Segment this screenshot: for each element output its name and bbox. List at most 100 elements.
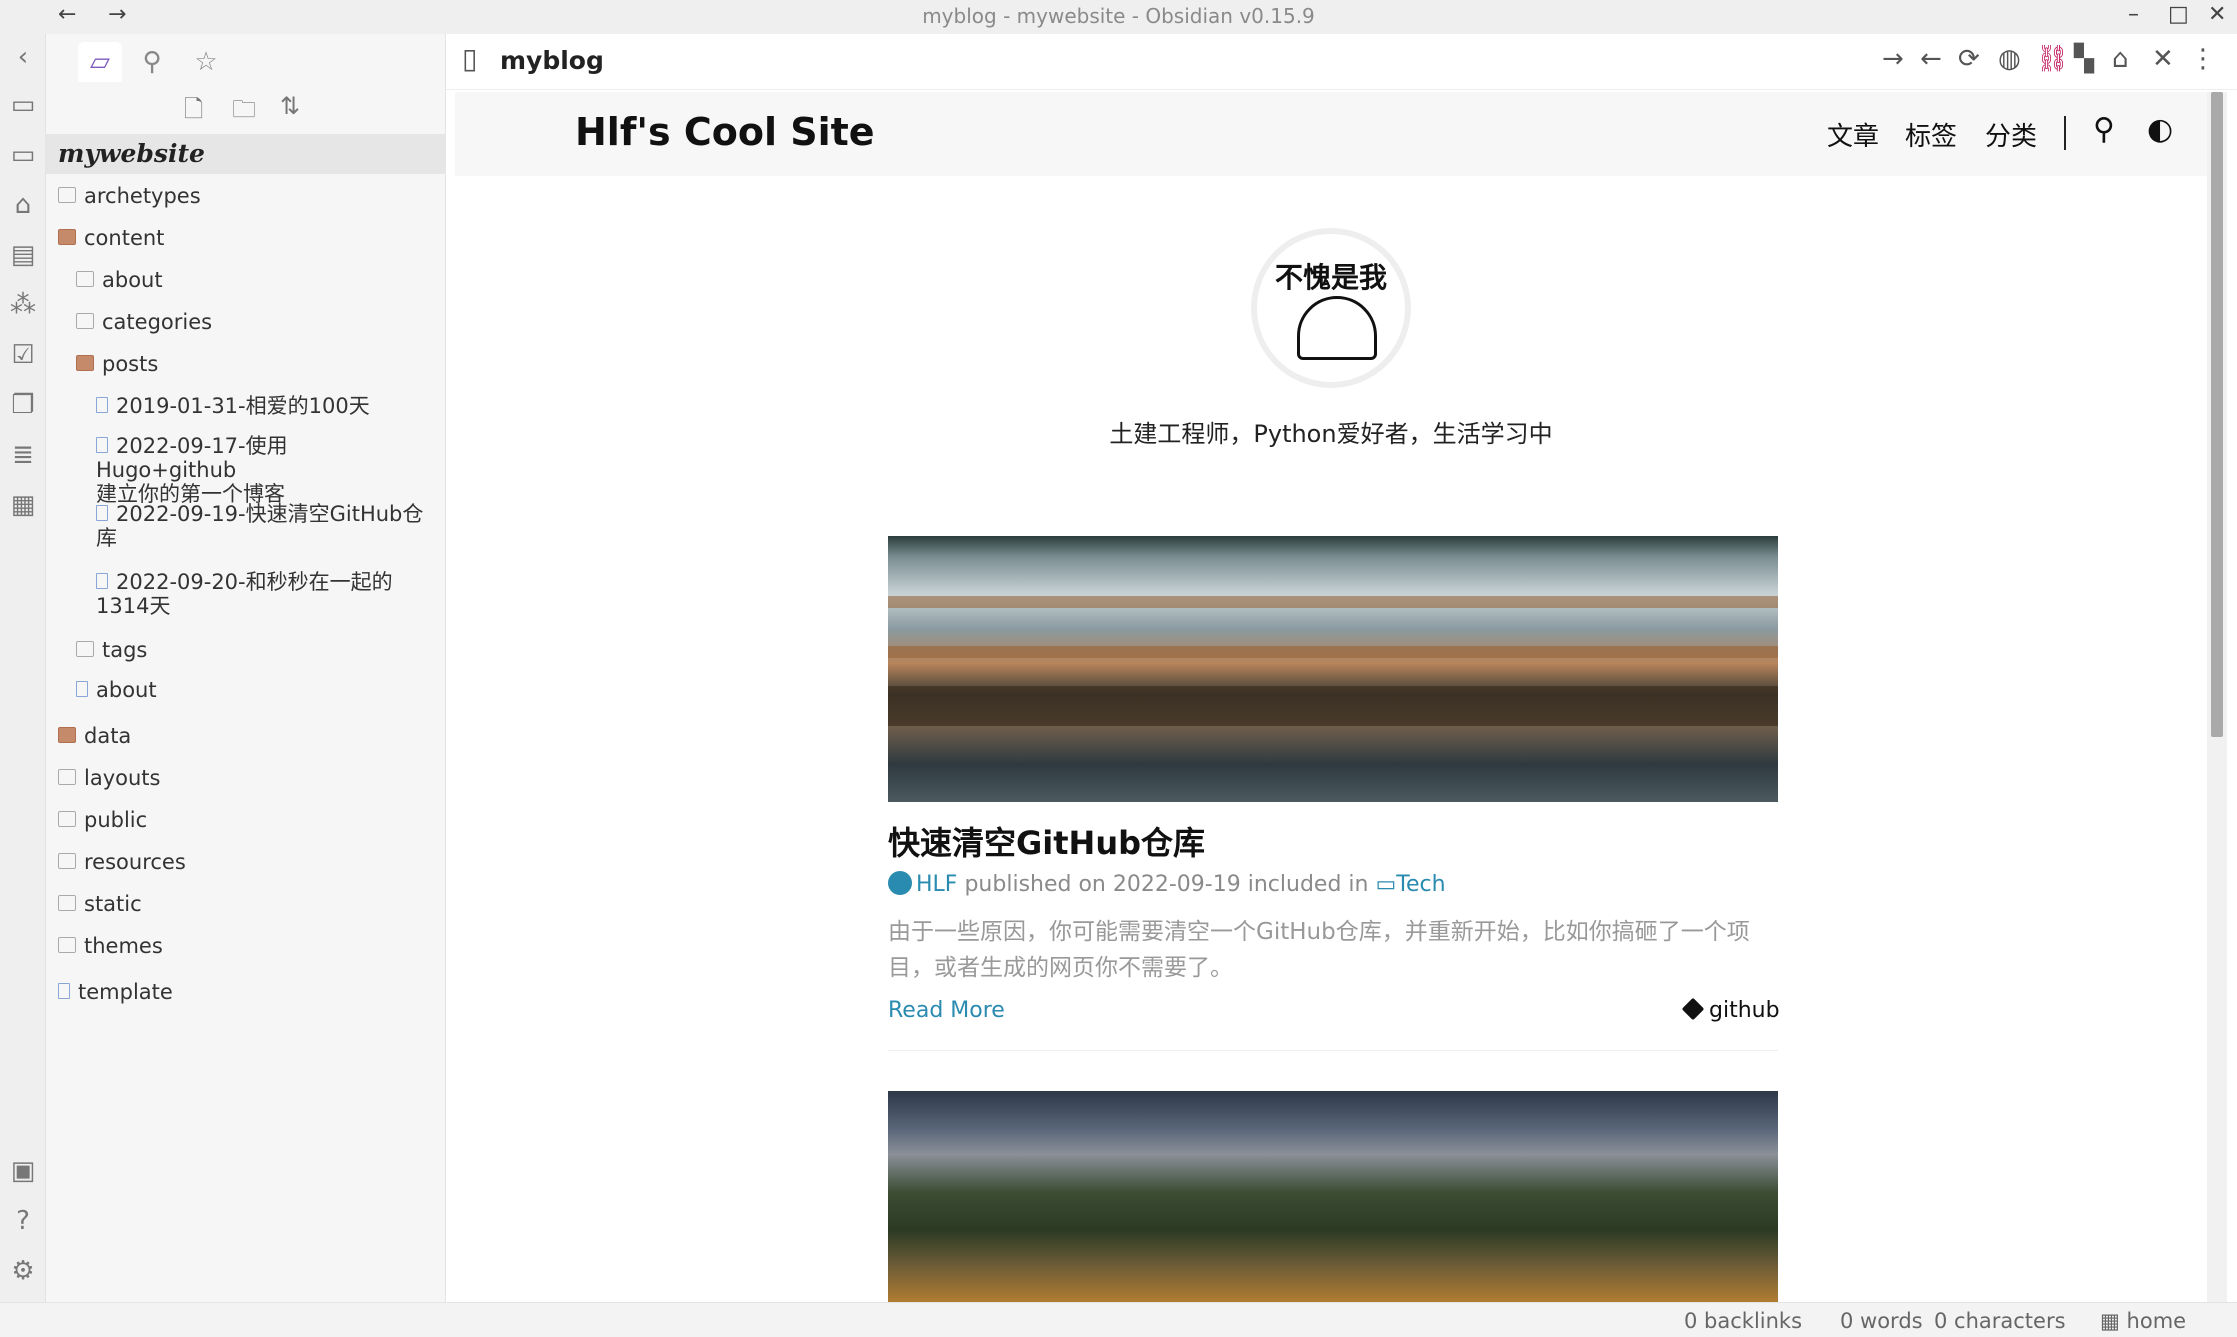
template-icon[interactable]: ▤ xyxy=(0,240,46,270)
post-tag[interactable]: github xyxy=(1681,997,1780,1023)
table-icon[interactable]: ▦ xyxy=(0,490,46,520)
reload-icon[interactable]: ⟳ xyxy=(1958,44,1980,74)
close-icon[interactable]: ✕ xyxy=(2152,44,2174,74)
graph-icon[interactable]: ⁂ xyxy=(0,290,46,320)
tree-folder-layouts[interactable]: layouts xyxy=(58,766,160,790)
file-explorer-sidebar: ▱ ⚲ ☆ 🗋 🗀 ⇅ mywebsite archetypes content… xyxy=(46,34,446,1302)
globe-icon[interactable]: ◍ xyxy=(1998,44,2021,74)
tree-folder-public[interactable]: public xyxy=(58,808,147,832)
folder-icon xyxy=(76,313,94,329)
read-more-link[interactable]: Read More xyxy=(888,998,1005,1023)
nav-link-tags[interactable]: 标签 xyxy=(1905,116,1957,153)
open-note-icon[interactable]: ▭ xyxy=(0,90,46,120)
included-label: included in xyxy=(1247,872,1369,897)
theme-toggle-icon[interactable]: ◐ xyxy=(2147,112,2173,147)
pane-title[interactable]: myblog xyxy=(500,46,604,75)
search-icon[interactable]: ⚲ xyxy=(2093,112,2115,147)
tree-file-post3[interactable]: 2022-09-19-快速清空GitHub仓库 xyxy=(96,502,426,550)
file-icon xyxy=(96,397,108,413)
site-title[interactable]: Hlf's Cool Site xyxy=(575,110,875,154)
post-title[interactable]: 快速清空GitHub仓库 xyxy=(888,818,1205,864)
tree-folder-archetypes[interactable]: archetypes xyxy=(58,184,201,208)
site-tagline: 土建工程师，Python爱好者，生活学习中 xyxy=(1109,420,1553,448)
backlinks-count[interactable]: 0 backlinks xyxy=(1684,1309,1802,1333)
tree-folder-content[interactable]: content xyxy=(58,226,164,250)
post-summary: 由于一些原因，你可能需要清空一个GitHub仓库，并重新开始，比如你搞砸了一个项… xyxy=(888,919,1750,981)
bookmark-star-icon[interactable]: ☆ xyxy=(184,42,228,82)
folder-icon xyxy=(58,187,76,203)
vault-icon[interactable]: ▣ xyxy=(0,1156,46,1186)
qr-icon[interactable]: ▚ xyxy=(2074,44,2094,74)
folder-icon xyxy=(76,641,94,657)
nav-divider xyxy=(2064,116,2066,150)
nav-link-articles[interactable]: 文章 xyxy=(1827,116,1879,153)
explorer-actions: 🗋 🗀 ⇅ xyxy=(46,92,446,132)
status-bar: 0 backlinks 0 words 0 characters ▦ home xyxy=(0,1302,2237,1337)
avatar-text: 不愧是我 xyxy=(1274,261,1387,294)
nav-link-categories[interactable]: 分类 xyxy=(1985,116,2037,153)
tree-folder-posts[interactable]: posts xyxy=(76,352,158,376)
file-icon xyxy=(76,681,88,697)
close-window-button[interactable]: ✕ xyxy=(2208,2,2226,27)
help-icon[interactable]: ? xyxy=(0,1206,46,1236)
minimize-button[interactable]: – xyxy=(2128,2,2139,27)
tag-icon xyxy=(1681,997,1705,1021)
more-icon[interactable]: ⋮ xyxy=(2190,44,2216,74)
tree-file-template[interactable]: template xyxy=(58,980,173,1004)
calendar-icon[interactable]: ☑ xyxy=(0,340,46,370)
tree-file-about[interactable]: about xyxy=(76,678,157,702)
file-explorer-tab-icon[interactable]: ▱ xyxy=(78,42,122,82)
open-note-icon[interactable]: ▭ xyxy=(0,140,46,170)
home-icon[interactable]: ⌂ xyxy=(0,190,46,220)
table-icon: ▦ xyxy=(2100,1309,2127,1333)
tree-folder-static[interactable]: static xyxy=(58,892,142,916)
home-status[interactable]: ▦ home xyxy=(2100,1309,2186,1333)
word-count: 0 words xyxy=(1840,1309,1923,1333)
character-count: 0 characters xyxy=(1934,1309,2066,1333)
tree-folder-about[interactable]: about xyxy=(76,268,163,292)
tree-folder-themes[interactable]: themes xyxy=(58,934,163,958)
folder-icon xyxy=(58,811,76,827)
cat-drawing xyxy=(1297,296,1377,360)
sort-icon[interactable]: ⇅ xyxy=(280,92,300,120)
post-meta: HLF published on 2022-09-19 included in … xyxy=(888,871,1446,897)
search-tab-icon[interactable]: ⚲ xyxy=(130,42,174,82)
file-icon xyxy=(96,437,108,453)
post-category[interactable]: Tech xyxy=(1396,872,1445,897)
folder-icon xyxy=(58,853,76,869)
tree-folder-categories[interactable]: categories xyxy=(76,310,212,334)
settings-icon[interactable]: ⚙ xyxy=(0,1256,46,1286)
file-icon xyxy=(96,505,108,521)
sidebar-tabs: ▱ ⚲ ☆ xyxy=(46,34,446,86)
link-icon[interactable]: ⛓ xyxy=(2036,44,2069,74)
copy-icon[interactable]: ❐ xyxy=(0,390,46,420)
site-navbar: Hlf's Cool Site 文章 标签 分类 ⚲ ◐ xyxy=(455,92,2207,176)
post-author[interactable]: HLF xyxy=(916,872,957,897)
post-cover-image[interactable] xyxy=(888,536,1778,802)
cards-icon[interactable]: ≣ xyxy=(0,440,46,470)
tree-file-post4[interactable]: 2022-09-20-和秒秒在一起的 1314天 xyxy=(96,570,426,618)
webview-scrollbar[interactable] xyxy=(2207,92,2227,1302)
forward-icon[interactable]: → xyxy=(1882,44,1904,74)
file-icon xyxy=(96,573,108,589)
new-folder-icon[interactable]: 🗀 xyxy=(232,92,256,133)
post-cover-image-2[interactable] xyxy=(888,1091,1778,1302)
vault-name[interactable]: mywebsite xyxy=(46,134,446,174)
tree-folder-data[interactable]: data xyxy=(58,724,131,748)
tree-folder-tags[interactable]: tags xyxy=(76,638,147,662)
title-bar: ← → myblog - mywebsite - Obsidian v0.15.… xyxy=(0,0,2237,34)
tree-file-post2[interactable]: 2022-09-17-使用Hugo+github 建立你的第一个博客 xyxy=(96,434,426,506)
post-divider xyxy=(888,1050,1778,1051)
maximize-button[interactable]: □ xyxy=(2168,2,2189,27)
web-view: Hlf's Cool Site 文章 标签 分类 ⚲ ◐ 不愧是我 土建工程师，… xyxy=(455,92,2207,1302)
home-icon[interactable]: ⌂ xyxy=(2112,44,2129,74)
collapse-chevron-icon[interactable]: ‹ xyxy=(0,42,46,72)
tree-file-post1[interactable]: 2019-01-31-相爱的100天 xyxy=(96,390,370,420)
new-note-icon[interactable]: 🗋 xyxy=(184,92,203,133)
back-icon[interactable]: ← xyxy=(1920,44,1942,74)
folder-icon xyxy=(58,769,76,785)
pane-header: ▯ myblog → ← ⟳ ◍ ⛓ ▚ ⌂ ✕ ⋮ xyxy=(446,34,2237,90)
scroll-thumb[interactable] xyxy=(2211,92,2223,737)
tree-folder-resources[interactable]: resources xyxy=(58,850,186,874)
folder-icon xyxy=(58,895,76,911)
